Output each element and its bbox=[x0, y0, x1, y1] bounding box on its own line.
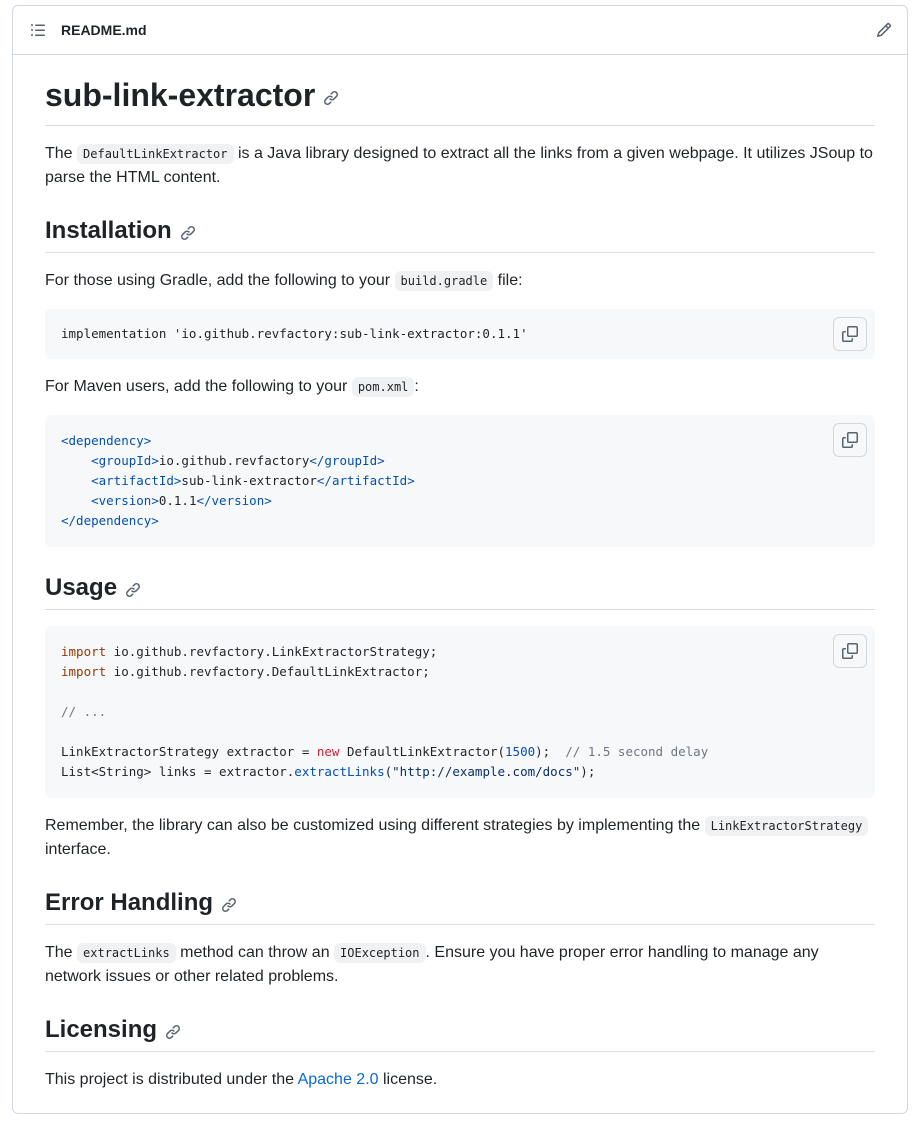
code-text: DefaultLinkExtractor( bbox=[339, 744, 506, 759]
heading-usage-text: Usage bbox=[45, 574, 118, 601]
usage-text-pre: Remember, the library can also be custom… bbox=[45, 817, 705, 834]
licensing-text-pre: This project is distributed under the bbox=[45, 1071, 298, 1088]
readme-panel: README.md sub-link-extractor The Default… bbox=[12, 5, 908, 1114]
xml-tag: </groupId> bbox=[309, 453, 385, 468]
copy-icon[interactable] bbox=[833, 423, 867, 457]
link-icon[interactable] bbox=[180, 225, 196, 241]
link-icon[interactable] bbox=[323, 90, 339, 106]
inline-code: extractLinks bbox=[77, 943, 176, 963]
maven-text-post: : bbox=[414, 378, 419, 395]
inline-code: build.gradle bbox=[394, 271, 494, 291]
code-line: implementation 'io.github.revfactory:sub… bbox=[61, 326, 528, 341]
xml-tag: <version> bbox=[91, 493, 159, 508]
xml-value: 0.1.1 bbox=[158, 493, 197, 508]
code-line: <version>0.1.1</version> bbox=[61, 491, 859, 511]
pencil-icon[interactable] bbox=[875, 21, 893, 39]
code-line: <dependency> bbox=[61, 431, 859, 451]
apache-license-link[interactable]: Apache 2.0 bbox=[298, 1071, 379, 1088]
keyword: import bbox=[61, 664, 107, 679]
code-text: io.github.revfactory.DefaultLinkExtracto… bbox=[106, 664, 430, 679]
code-line: LinkExtractorStrategy extractor = new De… bbox=[61, 742, 859, 762]
heading-licensing: Licensing bbox=[45, 1015, 875, 1052]
heading-installation-text: Installation bbox=[45, 217, 172, 244]
maven-text-pre: For Maven users, add the following to yo… bbox=[45, 378, 352, 395]
errors-paragraph: The extractLinks method can throw an IOE… bbox=[45, 941, 875, 989]
licensing-text-post: license. bbox=[378, 1071, 438, 1088]
code-line: </dependency> bbox=[61, 511, 859, 531]
code-text: io.github.revfactory.LinkExtractorStrate… bbox=[106, 644, 438, 659]
file-name: README.md bbox=[61, 22, 147, 38]
code-text: ); bbox=[535, 744, 566, 759]
gradle-text-pre: For those using Gradle, add the followin… bbox=[45, 272, 395, 289]
usage-code-block: import io.github.revfactory.LinkExtracto… bbox=[45, 626, 875, 798]
code-text: LinkExtractorStrategy extractor = bbox=[61, 744, 317, 759]
page-title: sub-link-extractor bbox=[45, 75, 875, 126]
heading-error-handling: Error Handling bbox=[45, 888, 875, 925]
gradle-code-block: implementation 'io.github.revfactory:sub… bbox=[45, 309, 875, 359]
intro-paragraph: The DefaultLinkExtractor is a Java libra… bbox=[45, 142, 875, 190]
xml-value: io.github.revfactory bbox=[158, 453, 310, 468]
xml-tag: </artifactId> bbox=[316, 473, 415, 488]
inline-code: pom.xml bbox=[351, 377, 415, 397]
markdown-body: sub-link-extractor The DefaultLinkExtrac… bbox=[13, 55, 907, 1092]
maven-paragraph: For Maven users, add the following to yo… bbox=[45, 375, 875, 399]
link-icon[interactable] bbox=[125, 582, 141, 598]
maven-code-block: <dependency> <groupId>io.github.revfacto… bbox=[45, 415, 875, 547]
link-icon[interactable] bbox=[221, 897, 237, 913]
heading-installation: Installation bbox=[45, 216, 875, 253]
keyword: import bbox=[61, 644, 107, 659]
code-line: <groupId>io.github.revfactory</groupId> bbox=[61, 451, 859, 471]
code-text: ); bbox=[580, 764, 596, 779]
inline-code: LinkExtractorStrategy bbox=[704, 816, 869, 836]
link-icon[interactable] bbox=[165, 1024, 181, 1040]
gradle-paragraph: For those using Gradle, add the followin… bbox=[45, 269, 875, 293]
keyword: new bbox=[316, 744, 340, 759]
code-line: // ... bbox=[61, 702, 859, 722]
code-text: List<String> links = extractor. bbox=[61, 764, 295, 779]
gradle-text-post: file: bbox=[493, 272, 523, 289]
code-line: <artifactId>sub-link-extractor</artifact… bbox=[61, 471, 859, 491]
licensing-paragraph: This project is distributed under the Ap… bbox=[45, 1068, 875, 1092]
inline-code: DefaultLinkExtractor bbox=[77, 144, 234, 164]
heading-error-handling-text: Error Handling bbox=[45, 889, 214, 916]
code-line: import io.github.revfactory.DefaultLinkE… bbox=[61, 662, 859, 682]
usage-paragraph: Remember, the library can also be custom… bbox=[45, 814, 875, 862]
file-header: README.md bbox=[13, 6, 907, 55]
xml-value: sub-link-extractor bbox=[181, 473, 317, 488]
code-function: extractLinks bbox=[294, 764, 385, 779]
xml-tag: </dependency> bbox=[61, 513, 159, 528]
intro-text-pre: The bbox=[45, 145, 78, 162]
page-title-text: sub-link-extractor bbox=[45, 77, 316, 113]
xml-tag: <dependency> bbox=[61, 433, 152, 448]
heading-usage: Usage bbox=[45, 573, 875, 610]
xml-tag: </version> bbox=[196, 493, 272, 508]
xml-tag: <groupId> bbox=[91, 453, 159, 468]
code-line: import io.github.revfactory.LinkExtracto… bbox=[61, 642, 859, 662]
errors-text-mid: method can throw an bbox=[175, 944, 335, 961]
copy-icon[interactable] bbox=[833, 634, 867, 668]
copy-icon[interactable] bbox=[833, 317, 867, 351]
xml-tag: <artifactId> bbox=[91, 473, 182, 488]
code-line: List<String> links = extractor.extractLi… bbox=[61, 762, 859, 782]
code-string: "http://example.com/docs" bbox=[392, 764, 581, 779]
usage-text-post: interface. bbox=[45, 841, 111, 858]
code-comment: // 1.5 second delay bbox=[565, 744, 709, 759]
code-text: ( bbox=[384, 764, 393, 779]
list-unordered-icon[interactable] bbox=[29, 22, 47, 38]
code-number: 1500 bbox=[505, 744, 536, 759]
inline-code: IOException bbox=[334, 943, 426, 963]
heading-licensing-text: Licensing bbox=[45, 1016, 158, 1043]
errors-text-pre: The bbox=[45, 944, 78, 961]
code-comment: // ... bbox=[61, 704, 107, 719]
